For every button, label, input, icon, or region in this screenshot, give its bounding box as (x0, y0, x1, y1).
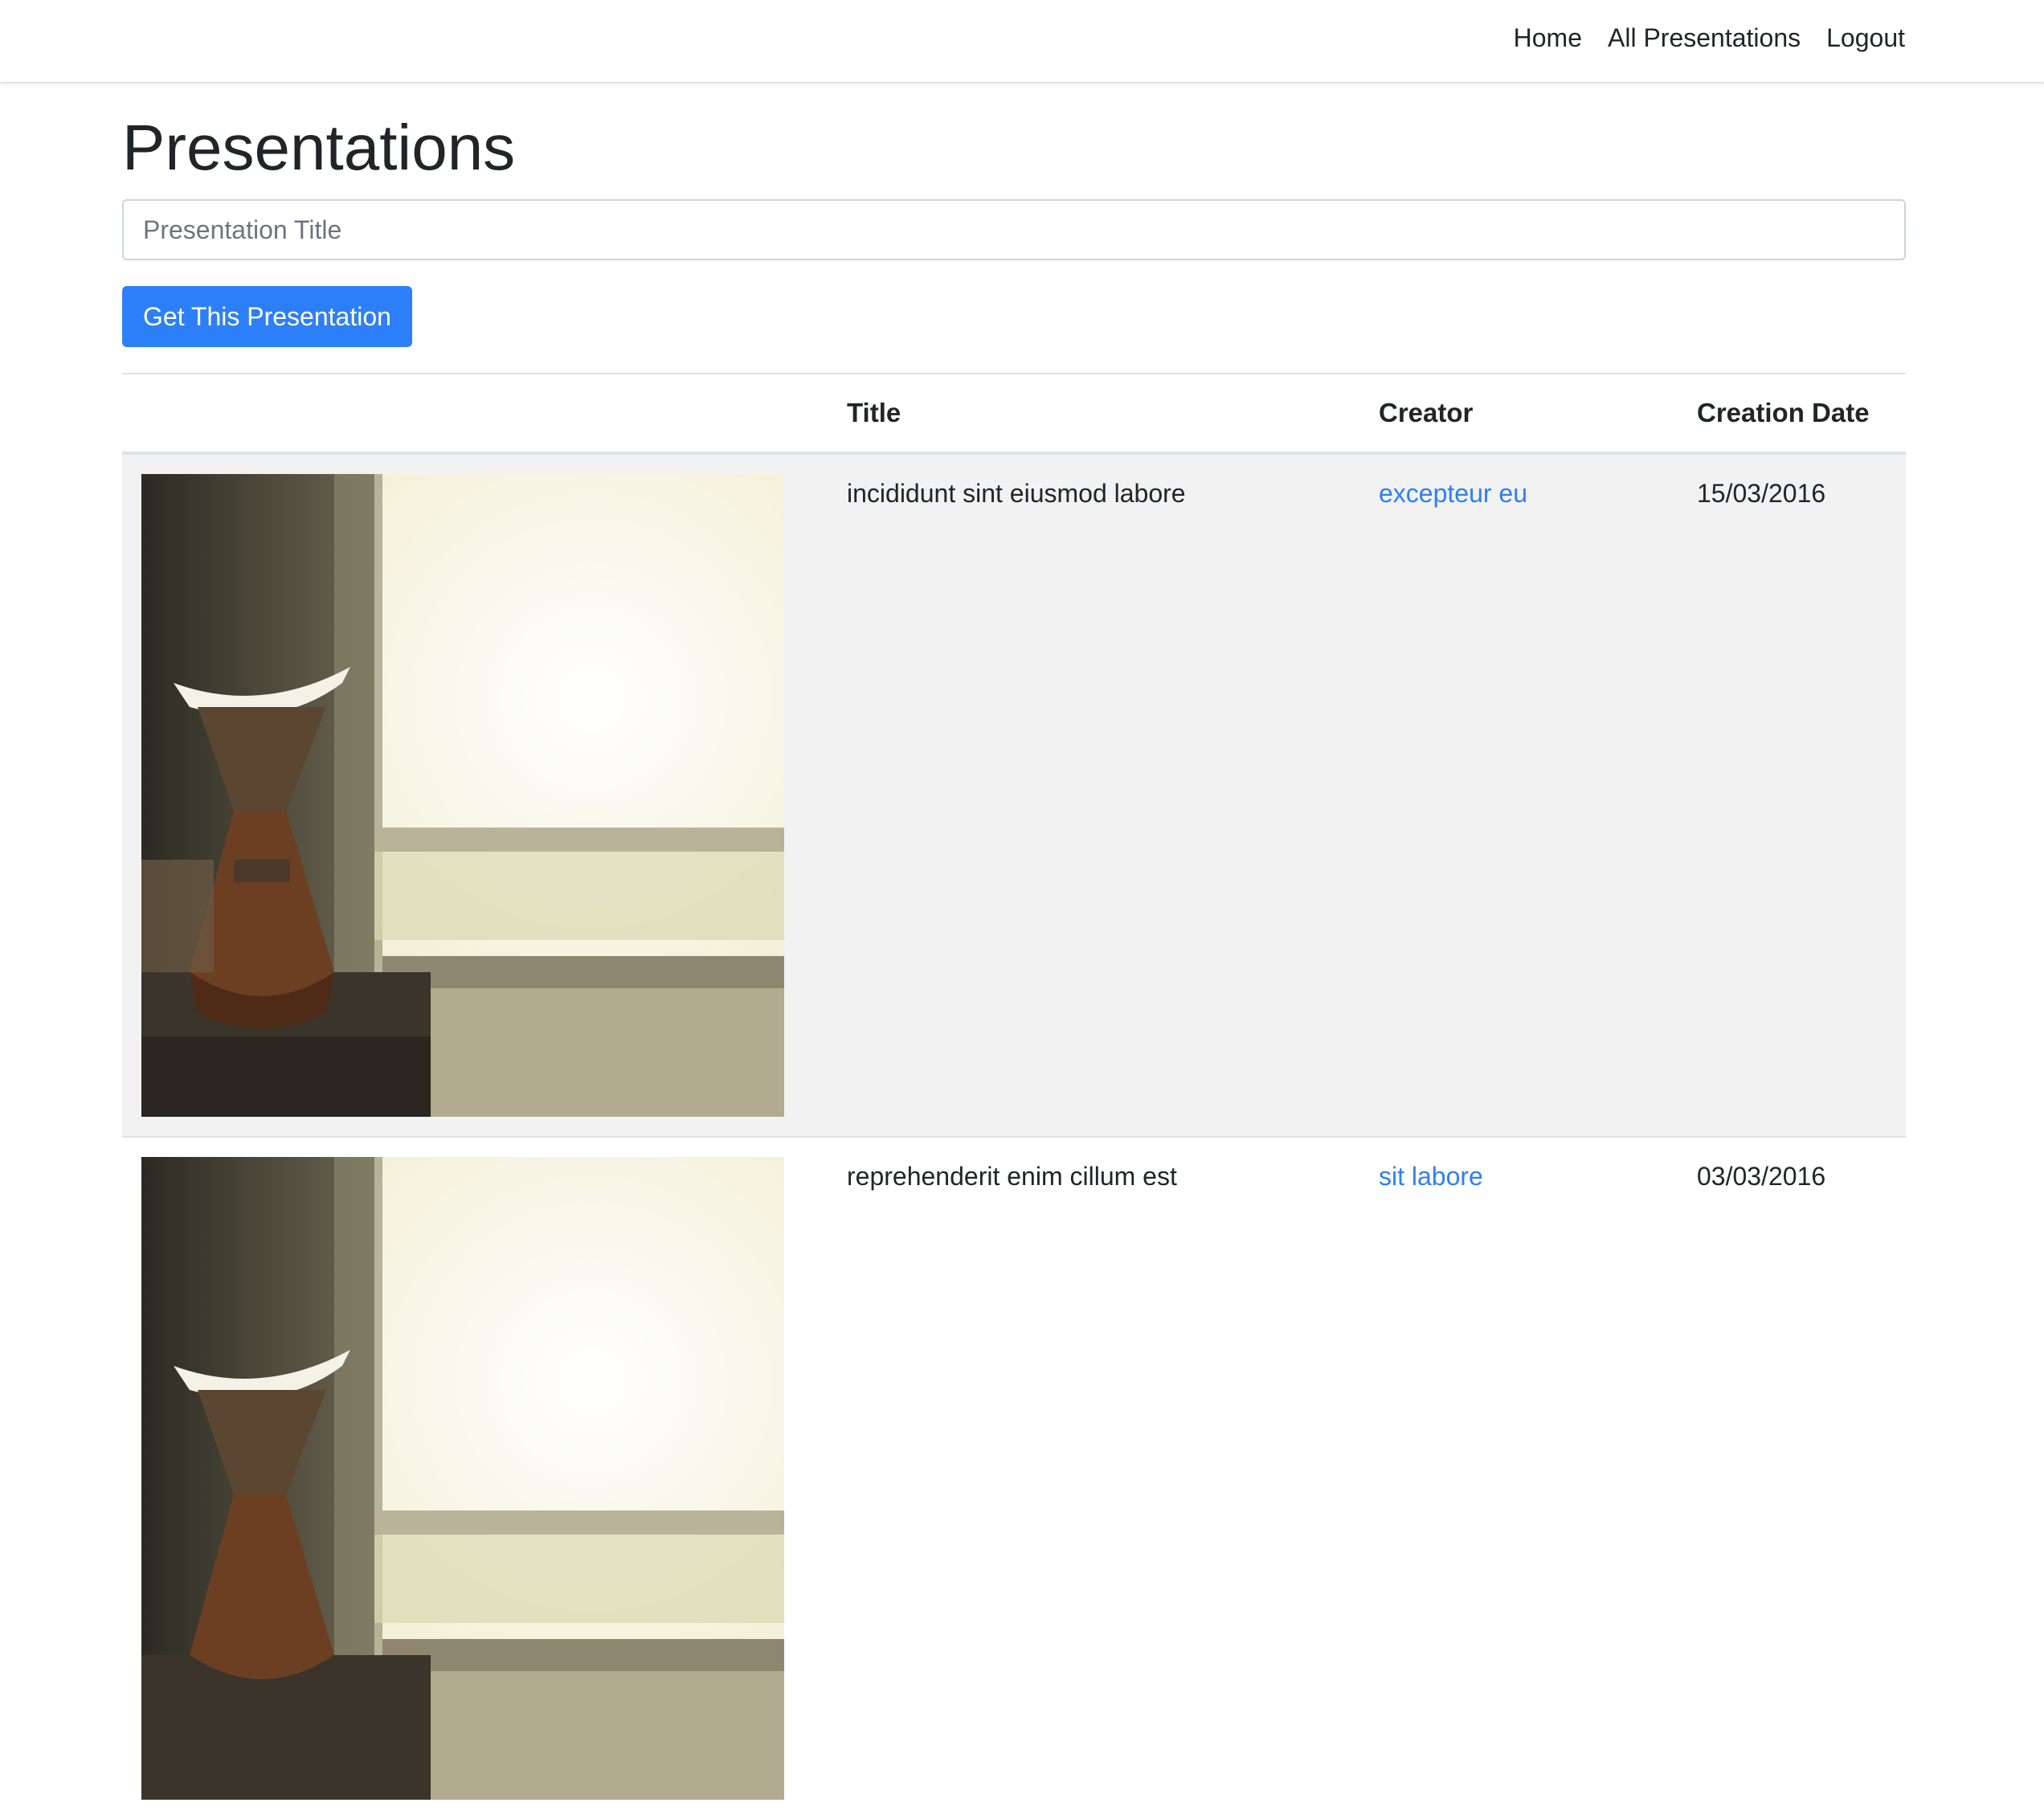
table-row: reprehenderit enim cillum est sit labore… (122, 1136, 1906, 1819)
nav-links: Home All Presentations Logout (1514, 0, 1905, 76)
top-navbar: Home All Presentations Logout (0, 0, 2044, 84)
row-title: incididunt sint eiusmod labore (828, 452, 1359, 1137)
presentations-table: Title Creator Creation Date incididunt s… (122, 373, 1906, 1819)
table-row: incididunt sint eiusmod labore excepteur… (122, 452, 1906, 1137)
row-creator-cell: sit labore (1359, 1136, 1678, 1819)
nav-link-all-presentations[interactable]: All Presentations (1608, 23, 1801, 53)
table-header: Title Creator Creation Date (122, 373, 1906, 455)
presentation-thumbnail (141, 1157, 784, 1800)
get-presentation-button[interactable]: Get This Presentation (122, 286, 412, 347)
row-creation-date: 03/03/2016 (1678, 1136, 1906, 1819)
column-header-image (122, 373, 828, 455)
creator-link[interactable]: sit labore (1379, 1162, 1483, 1191)
presentation-thumbnail (141, 474, 784, 1117)
page-title: Presentations (122, 112, 516, 183)
presentation-title-input[interactable] (122, 199, 1906, 260)
row-creation-date: 15/03/2016 (1678, 452, 1906, 1137)
nav-link-home[interactable]: Home (1514, 23, 1582, 53)
column-header-title: Title (828, 373, 1359, 455)
nav-link-logout[interactable]: Logout (1826, 23, 1905, 53)
column-header-creator: Creator (1359, 373, 1678, 455)
row-creator-cell: excepteur eu (1359, 452, 1678, 1137)
column-header-creation-date: Creation Date (1678, 373, 1906, 455)
thumbnail-cell (122, 452, 828, 1137)
row-title: reprehenderit enim cillum est (828, 1136, 1359, 1819)
presentations-table-wrapper: Title Creator Creation Date incididunt s… (122, 373, 1906, 1819)
thumbnail-cell (122, 1136, 828, 1819)
creator-link[interactable]: excepteur eu (1379, 479, 1527, 508)
